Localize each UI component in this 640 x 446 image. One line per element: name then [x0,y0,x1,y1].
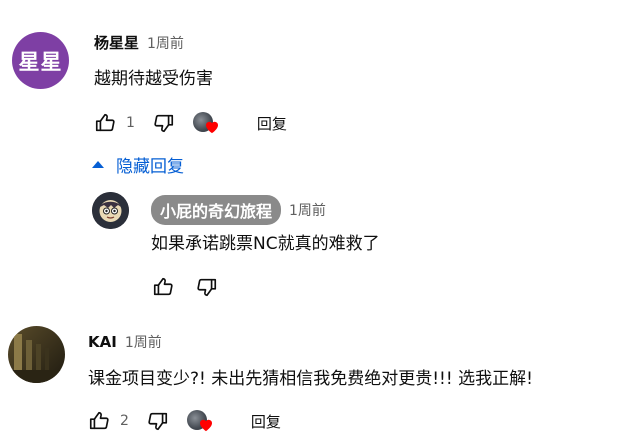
heart-icon [199,419,212,432]
comments-panel: 星星 杨星星 1周前 越期待越受伤害 1 回复 隐藏回复 小屁的奇幻旅程 1周前… [0,0,640,446]
timestamp[interactable]: 1周前 [125,332,162,352]
comment-2: KAI 1周前 课金项目变少?! 未出先猜相信我免费绝对更贵!!! 选我正解! … [0,0,640,446]
author-row: KAI 1周前 [88,332,162,352]
comment-actions: 2 回复 [86,408,281,434]
thumb-down-icon [148,412,167,431]
creator-heart [185,408,215,434]
avatar[interactable] [8,326,65,383]
like-count: 2 [120,413,129,429]
comment-text: 课金项目变少?! 未出先猜相信我免费绝对更贵!!! 选我正解! [88,369,533,389]
reply-button[interactable]: 回复 [251,411,281,432]
dislike-button[interactable] [145,408,171,434]
author-name[interactable]: KAI [88,333,117,351]
like-button[interactable] [86,408,112,434]
avatar-photo [8,326,65,383]
thumb-up-icon [89,411,109,430]
